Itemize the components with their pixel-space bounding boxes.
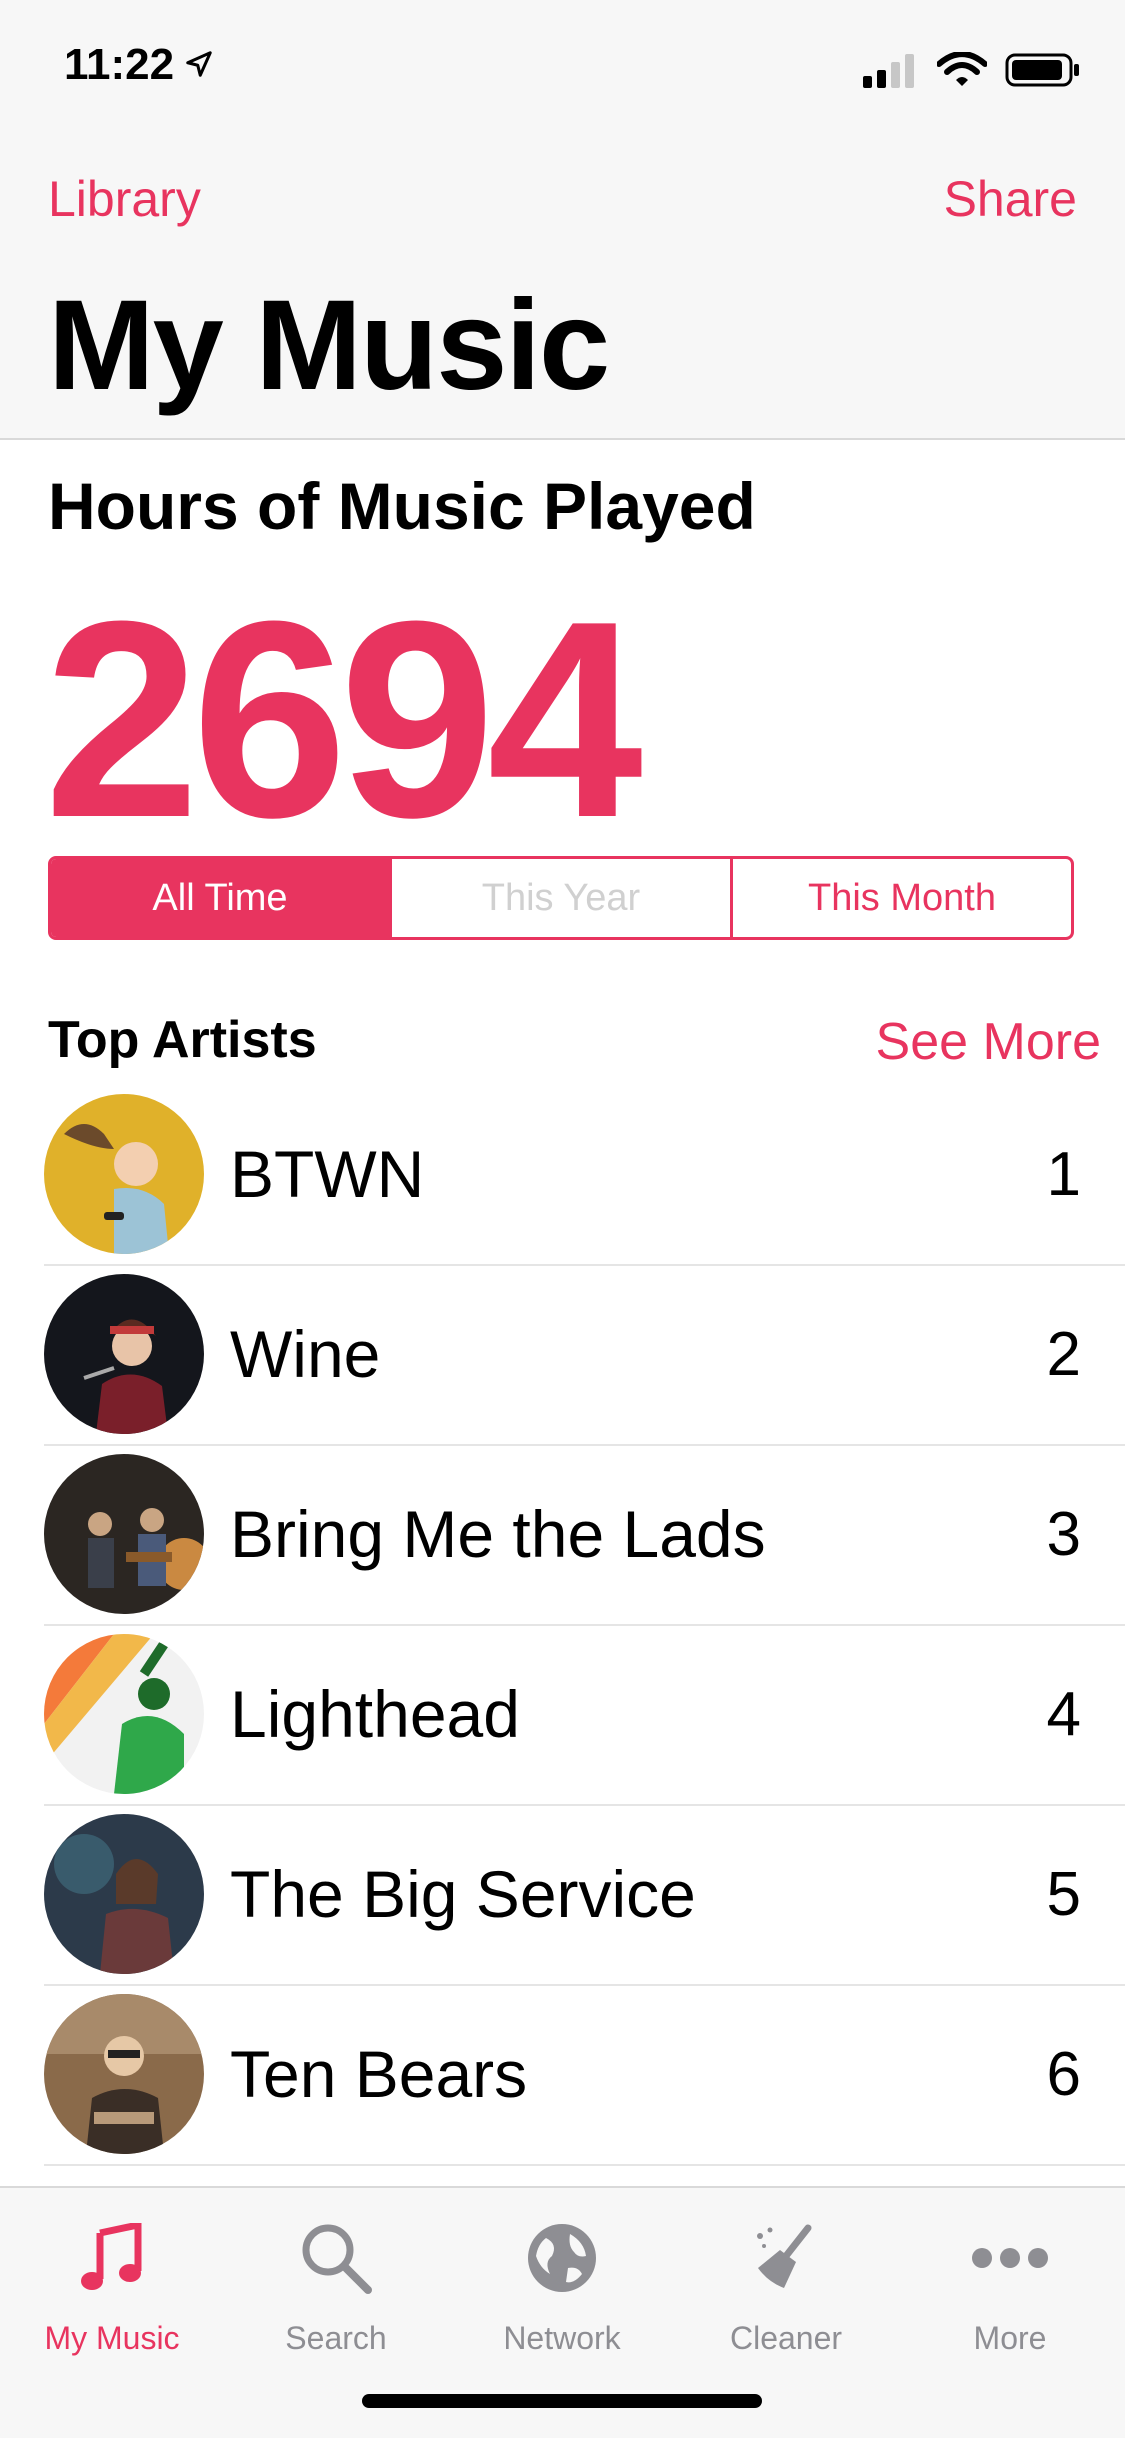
artist-name: Bring Me the Lads bbox=[230, 1497, 766, 1571]
artist-avatar bbox=[44, 1634, 204, 1794]
wifi-icon bbox=[936, 51, 988, 93]
artist-row[interactable]: Lighthead 4 bbox=[44, 1624, 1125, 1806]
tab-cleaner[interactable]: Cleaner bbox=[696, 2208, 876, 2357]
tab-label: My Music bbox=[44, 2320, 180, 2356]
artist-rank: 1 bbox=[1046, 1139, 1081, 1209]
tab-label: More bbox=[973, 2320, 1047, 2356]
artist-name: Ten Bears bbox=[230, 2037, 528, 2111]
library-link[interactable]: Library bbox=[48, 170, 201, 228]
tab-more[interactable]: More bbox=[920, 2208, 1100, 2357]
tab-label: Search bbox=[285, 2320, 387, 2356]
segment-this-month[interactable]: This Month bbox=[733, 859, 1071, 937]
status-time: 11:22 bbox=[64, 40, 214, 90]
artist-avatar bbox=[44, 1994, 204, 2154]
battery-icon bbox=[1005, 52, 1081, 93]
artist-name: Lighthead bbox=[230, 1677, 520, 1751]
tab-label: Cleaner bbox=[729, 2320, 843, 2356]
artist-row[interactable]: The Big Service 5 bbox=[44, 1804, 1125, 1986]
status-icons bbox=[863, 51, 1081, 93]
time-range-segmented-control: All Time This Year This Month bbox=[48, 856, 1074, 940]
segment-this-year[interactable]: This Year bbox=[392, 859, 733, 937]
artist-rank: 6 bbox=[1046, 2039, 1081, 2109]
artist-row[interactable]: Ten Bears 6 bbox=[44, 1984, 1125, 2166]
broom-icon bbox=[696, 2208, 876, 2308]
hours-played-value: 2694 bbox=[44, 564, 643, 876]
stats-title: Hours of Music Played bbox=[48, 469, 756, 543]
tab-network[interactable]: Network bbox=[472, 2208, 652, 2357]
music-note-icon bbox=[22, 2208, 202, 2308]
artist-name: Wine bbox=[230, 1317, 381, 1391]
tab-search[interactable]: Search bbox=[246, 2208, 426, 2357]
globe-icon bbox=[472, 2208, 652, 2308]
artist-avatar bbox=[44, 1274, 204, 1434]
share-button[interactable]: Share bbox=[944, 170, 1077, 228]
artist-rank: 2 bbox=[1046, 1319, 1081, 1389]
tab-label: Network bbox=[503, 2320, 621, 2356]
home-indicator[interactable] bbox=[362, 2394, 762, 2408]
artist-rank: 5 bbox=[1046, 1859, 1081, 1929]
top-artists-title: Top Artists bbox=[48, 1011, 317, 1069]
artist-avatar bbox=[44, 1814, 204, 1974]
status-time-label: 11:22 bbox=[64, 40, 175, 89]
more-icon bbox=[920, 2208, 1100, 2308]
artist-name: The Big Service bbox=[230, 1857, 696, 1931]
location-arrow-icon bbox=[184, 40, 214, 90]
artist-name: BTWN bbox=[230, 1137, 425, 1211]
artist-avatar bbox=[44, 1094, 204, 1254]
cellular-signal-icon bbox=[863, 52, 919, 93]
artist-rank: 3 bbox=[1046, 1499, 1081, 1569]
artist-row[interactable]: Wine 2 bbox=[44, 1264, 1125, 1446]
segment-all-time[interactable]: All Time bbox=[51, 859, 392, 937]
artist-row[interactable]: Bring Me the Lads 3 bbox=[44, 1444, 1125, 1626]
page-title: My Music bbox=[48, 274, 610, 417]
see-more-link[interactable]: See More bbox=[876, 1012, 1101, 1072]
search-icon bbox=[246, 2208, 426, 2308]
artist-rank: 4 bbox=[1046, 1679, 1081, 1749]
tab-my-music[interactable]: My Music bbox=[22, 2208, 202, 2357]
artist-avatar bbox=[44, 1454, 204, 1614]
artist-row[interactable]: BTWN 1 bbox=[44, 1084, 1125, 1266]
